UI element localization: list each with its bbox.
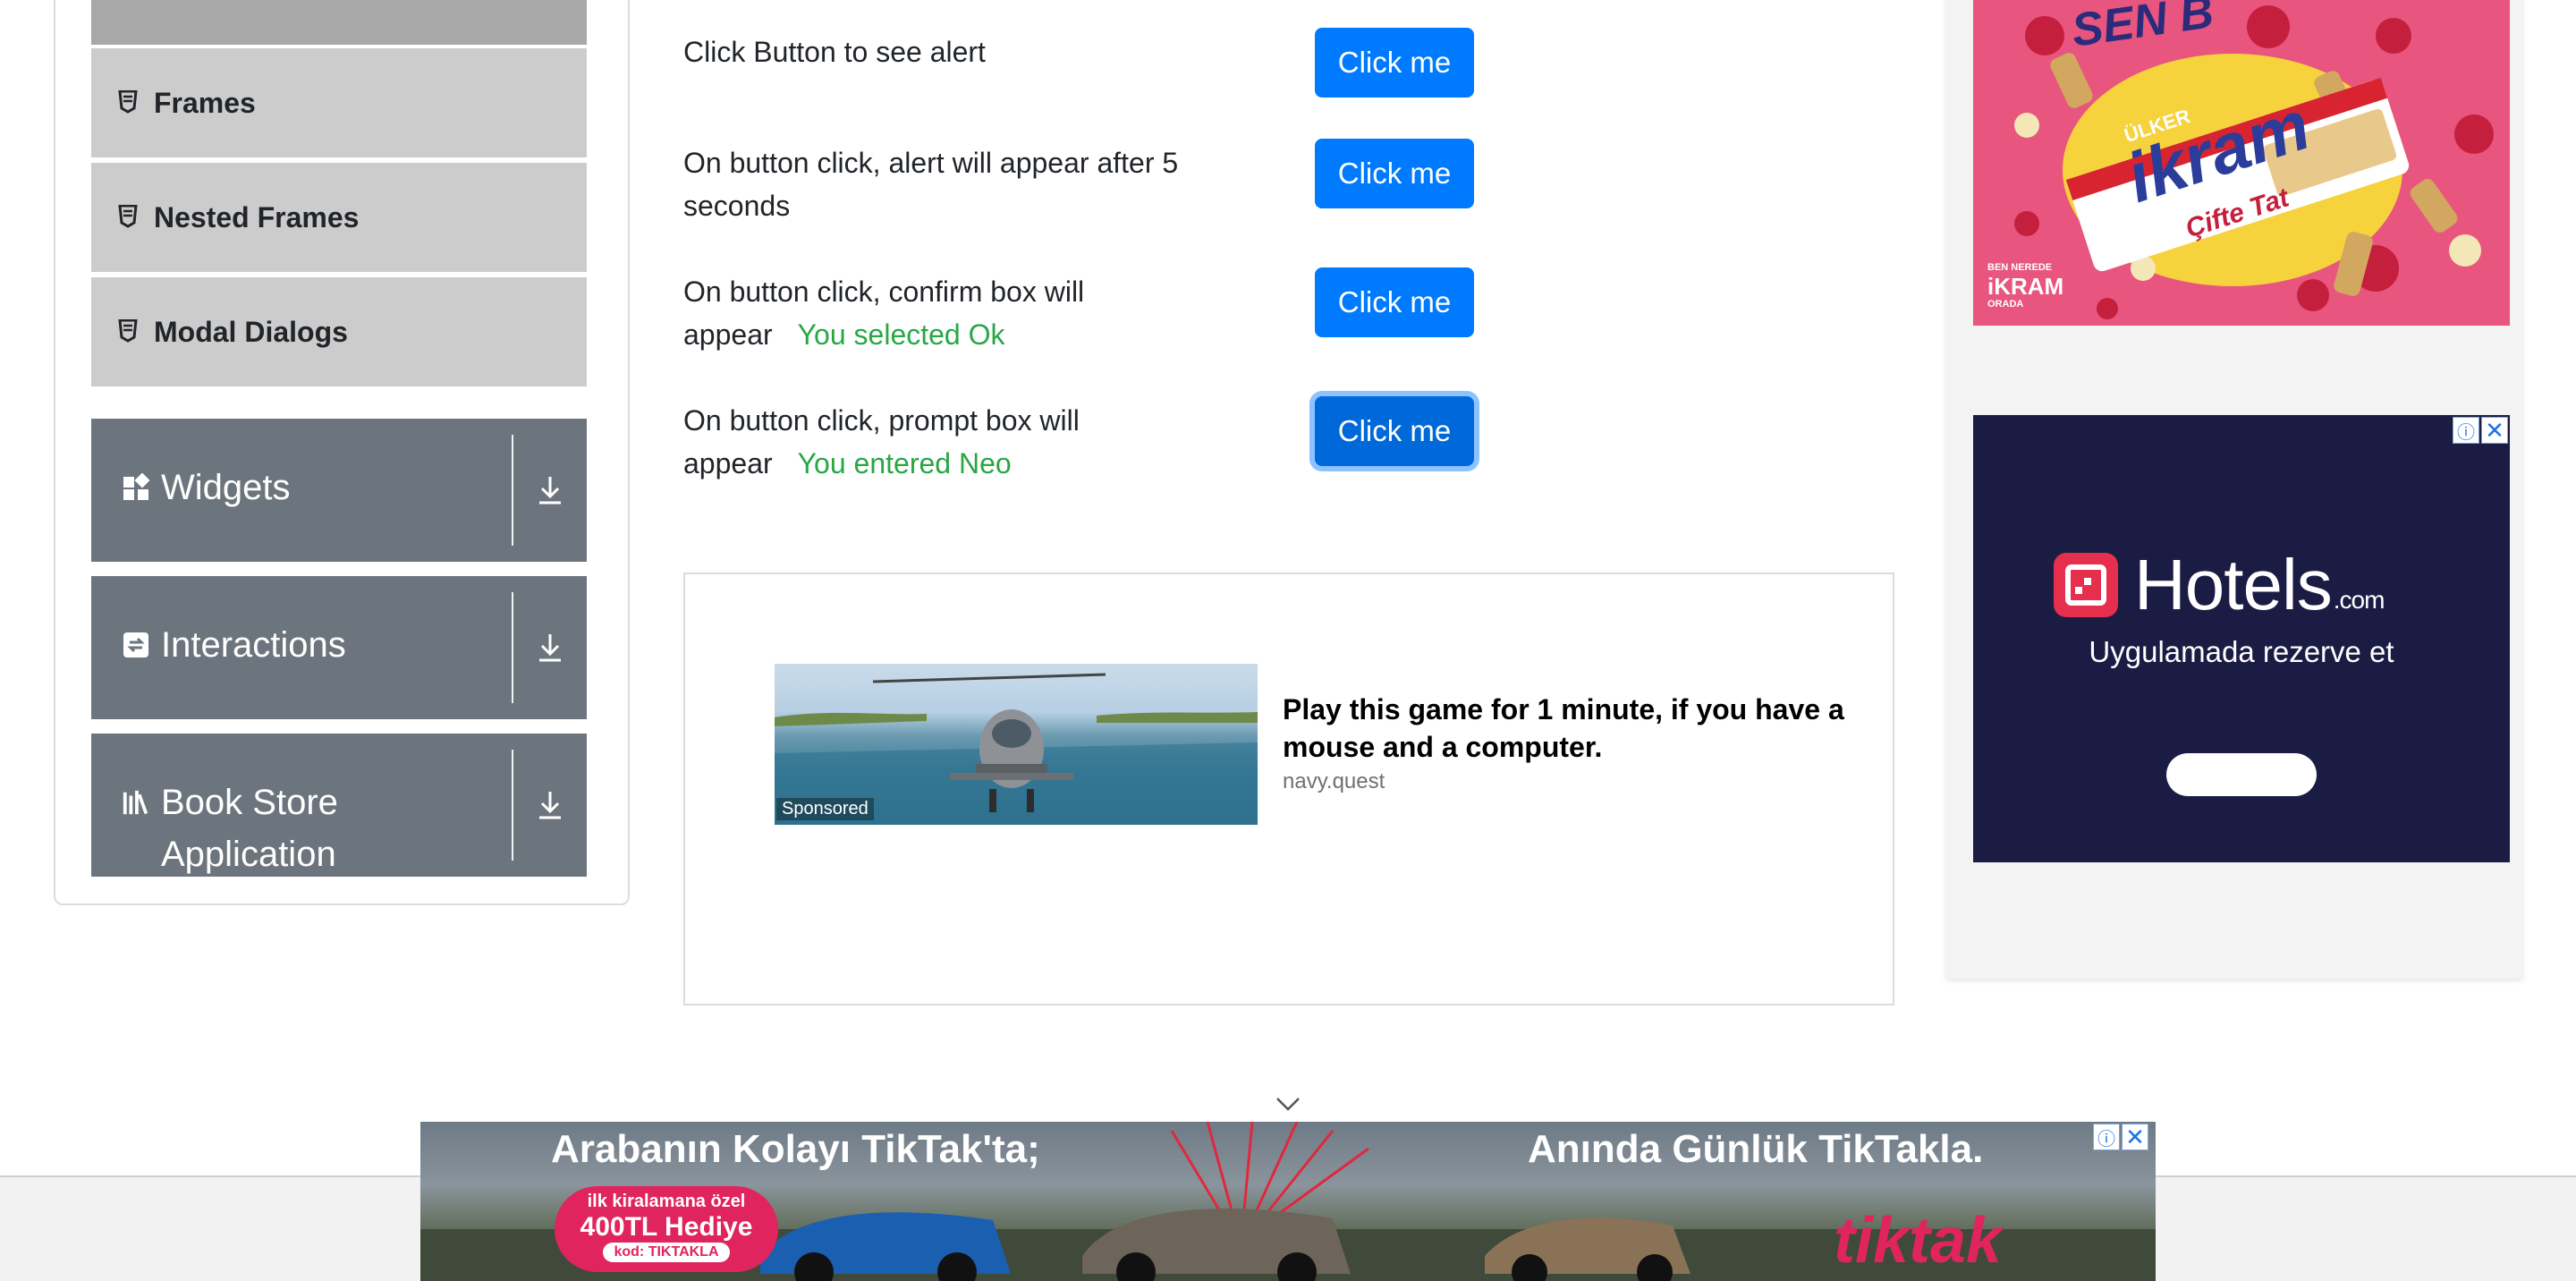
promo-badge: ilk kiralamana özel 400TL Hediye kod: TI… [555,1186,778,1272]
tiktak-logo: tiktak [1834,1205,2003,1277]
divider [512,750,513,861]
alert-row-label: On button click, alert will appear after… [683,147,1179,222]
hotels-logo-icon [2054,553,2118,617]
prompt-button[interactable]: Click me [1315,396,1474,466]
divider [512,435,513,546]
prompt-row-text: On button click, prompt box will appear Y… [683,399,1148,485]
confirm-result: You selected Ok [797,318,1005,351]
timer-alert-button[interactable]: Click me [1315,139,1474,208]
divider [512,592,513,703]
ad-title[interactable]: Play this game for 1 minute, if you have… [1283,691,1873,766]
sidebar-group-label: Widgets [161,468,291,507]
shield-icon [118,90,140,115]
promo-line-2: 400TL Hediye [580,1212,753,1242]
widgets-icon [122,473,150,502]
sidebar-item-modal-dialogs[interactable]: Modal Dialogs [91,277,587,388]
sidebar-group-label: Book Store Application [161,783,338,874]
hotels-tagline: Uygulamada rezerve et [2089,635,2394,668]
alert-row-1-text: Click Button to see alert [683,30,1220,73]
banner-headline-right: Anında Günlük TikTakla. [1528,1127,1984,1171]
close-icon[interactable]: ✕ [2481,417,2508,444]
alert-row-label: Click Button to see alert [683,36,986,68]
sidebar-item-label: Nested Frames [154,200,360,233]
ad-domain[interactable]: navy.quest [1283,769,1385,794]
download-icon[interactable] [513,576,587,719]
banner-headline-left: Arabanın Kolayı TikTak'ta; [551,1127,1040,1171]
sidebar-group-book-store[interactable]: Book Store Application [91,734,587,877]
sponsored-badge: Sponsored [776,798,874,820]
close-icon[interactable]: ✕ [2122,1124,2148,1150]
sidebar-group-label: Interactions [161,625,346,665]
download-icon[interactable] [513,419,587,562]
alert-button[interactable]: Click me [1315,28,1474,98]
chevron-down-icon[interactable] [1275,1097,1301,1116]
snack-slogan-bottom: ORADA [1987,299,2024,310]
snack-slogan-mid: iKRAM [1987,273,2064,300]
download-icon[interactable] [513,734,587,877]
promo-code: kod: TIKTAKLA [603,1243,730,1262]
timer-alert-row-text: On button click, alert will appear after… [683,141,1211,227]
sidebar-item-frames[interactable]: Frames [91,48,587,159]
sidebar-group-widgets[interactable]: Widgets [91,419,587,562]
hotels-cta-button[interactable] [2166,753,2317,796]
sidebar-group-interactions[interactable]: Interactions [91,576,587,719]
sidebar-item-nested-frames[interactable]: Nested Frames [91,163,587,274]
sidebar-item-label: Frames [154,86,256,119]
hotels-brand: Hotels .com [2054,544,2385,626]
promo-line-1: ilk kiralamana özel [587,1192,746,1211]
confirm-button[interactable]: Click me [1315,267,1474,337]
sidebar-item-selected[interactable] [91,0,587,45]
hotels-brand-suffix: .com [2333,586,2385,614]
prompt-result: You entered Neo [797,447,1012,479]
adchoices-icon[interactable]: ⓘ [2093,1124,2120,1150]
hotels-brand-name: Hotels [2134,545,2333,624]
snack-ad[interactable]: SEN B ÜLKER ikram Çifte Tat BEN NEREDE i… [1973,0,2510,326]
sidebar-item-label: Modal Dialogs [154,315,348,348]
books-icon [122,788,150,817]
shield-icon [118,205,140,230]
interactions-icon [122,631,150,659]
snack-slogan: BEN NEREDE iKRAM ORADA [1987,261,2063,311]
adchoices-icon[interactable]: ⓘ [2453,417,2479,444]
shield-icon [118,319,140,344]
confirm-row-text: On button click, confirm box will appear… [683,270,1148,356]
